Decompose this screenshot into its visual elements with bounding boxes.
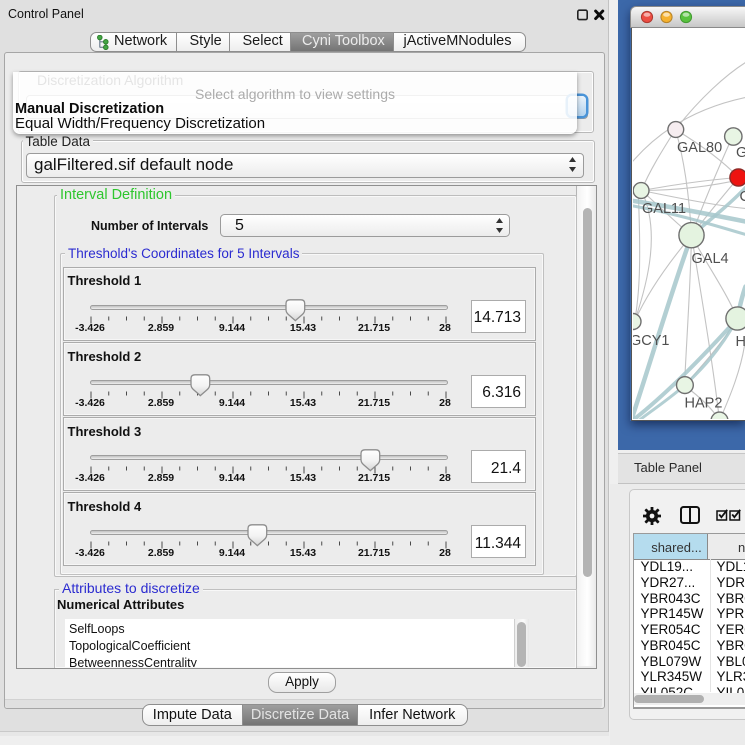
- svg-text:GAL11: GAL11: [642, 201, 686, 217]
- svg-text:H: H: [735, 334, 745, 350]
- svg-text:HAP2: HAP2: [684, 395, 722, 411]
- svg-text:GAL80: GAL80: [677, 140, 722, 156]
- svg-text:GAL4: GAL4: [691, 251, 728, 267]
- svg-text:C: C: [739, 189, 745, 205]
- svg-text:GCY1: GCY1: [633, 333, 670, 349]
- svg-text:GA: GA: [736, 145, 745, 161]
